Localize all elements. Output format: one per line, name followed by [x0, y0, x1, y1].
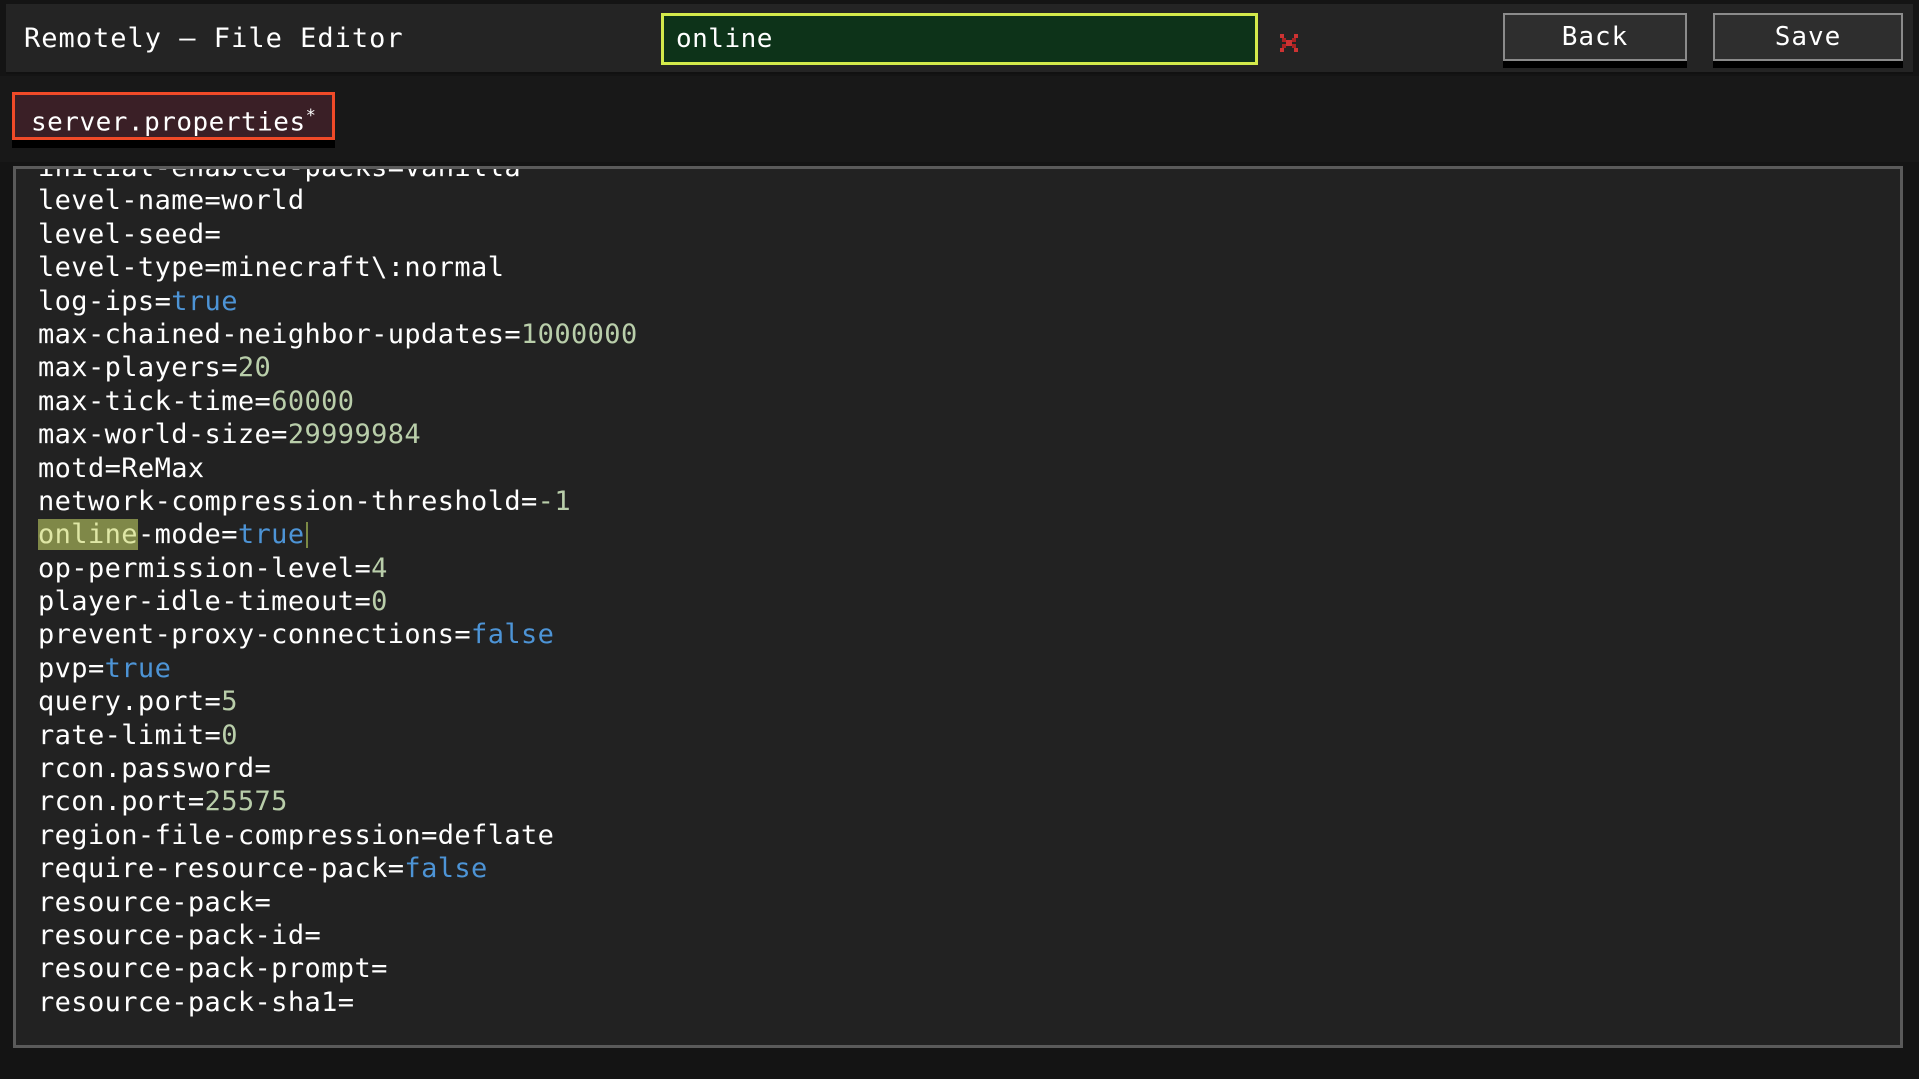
code-token: rate-limit=	[38, 719, 222, 751]
code-line: motd=ReMax	[38, 452, 1900, 485]
page-title: Remotely – File Editor	[24, 23, 404, 54]
code-token: op-permission-level=	[38, 552, 372, 584]
code-line: resource-pack-id=	[38, 919, 1900, 952]
search-match-highlight: online	[38, 519, 138, 551]
code-line: query.port=5	[38, 685, 1900, 718]
code-token: 60000	[271, 385, 355, 417]
code-token: 4	[371, 552, 388, 584]
code-line: max-players=20	[38, 351, 1900, 384]
code-line: max-chained-neighbor-updates=1000000	[38, 318, 1900, 351]
code-line: max-tick-time=60000	[38, 385, 1900, 418]
code-token: initial-enabled-packs=vanilla	[38, 166, 522, 183]
save-button[interactable]: Save	[1713, 13, 1903, 61]
code-line: require-resource-pack=false	[38, 852, 1900, 885]
code-token: level-seed=	[38, 218, 222, 250]
code-token: max-tick-time=	[38, 385, 272, 417]
code-token: 0	[371, 586, 388, 618]
code-token: rcon.password=	[38, 753, 272, 785]
code-line: op-permission-level=4	[38, 552, 1900, 585]
code-line: max-world-size=29999984	[38, 418, 1900, 451]
code-line: player-idle-timeout=0	[38, 585, 1900, 618]
code-line: rate-limit=0	[38, 719, 1900, 752]
code-token: max-chained-neighbor-updates=	[38, 318, 522, 350]
code-token: false	[404, 853, 488, 885]
code-token: log-ips=	[38, 285, 172, 317]
code-line: rcon.port=25575	[38, 785, 1900, 818]
code-token: require-resource-pack=	[38, 853, 405, 885]
search-input[interactable]	[661, 13, 1258, 65]
search-field-wrapper	[661, 13, 1258, 65]
code-token: query.port=	[38, 686, 222, 718]
code-token: resource-pack-id=	[38, 919, 322, 951]
code-token: -1	[537, 485, 571, 517]
code-token: network-compression-threshold=	[38, 485, 538, 517]
code-line: prevent-proxy-connections=false	[38, 618, 1900, 651]
code-editor-panel[interactable]: initial-enabled-packs=vanilla level-name=…	[13, 166, 1903, 1048]
code-token: rcon.port=	[38, 786, 205, 818]
code-line: level-name=world	[38, 184, 1900, 217]
code-line: level-type=minecraft\:normal	[38, 251, 1900, 284]
code-token: prevent-proxy-connections=	[38, 619, 472, 651]
code-line: resource-pack=	[38, 886, 1900, 919]
code-line: initial-enabled-packs=vanilla	[38, 166, 1900, 184]
back-button[interactable]: Back	[1503, 13, 1687, 61]
code-token: pvp=	[38, 652, 105, 684]
code-line: network-compression-threshold=-1	[38, 485, 1900, 518]
code-token: resource-pack-sha1=	[38, 986, 355, 1018]
code-token: max-world-size=	[38, 419, 288, 451]
code-token: resource-pack=	[38, 886, 272, 918]
code-token: 5	[221, 686, 238, 718]
code-token: 20	[237, 352, 272, 384]
code-token: 29999984	[287, 419, 422, 451]
code-token: level-name=world	[38, 185, 305, 217]
code-line: region-file-compression=deflate	[38, 819, 1900, 852]
code-token: max-players=	[38, 352, 238, 384]
code-token: false	[471, 619, 555, 651]
tab-dirty-marker: *	[305, 106, 317, 126]
code-line: resource-pack-prompt=	[38, 952, 1900, 985]
code-line: resource-pack-sha1=	[38, 986, 1900, 1019]
header-bar: Remotely – File Editor Back Save	[6, 4, 1913, 74]
code-token: region-file-compression=deflate	[38, 819, 555, 851]
code-line: pvp=true	[38, 652, 1900, 685]
tab-label: server.properties	[31, 107, 306, 138]
code-token: true	[104, 652, 172, 684]
tab-server-properties[interactable]: server.properties*	[12, 92, 336, 140]
code-line: rcon.password=	[38, 752, 1900, 785]
code-line: online-mode=true	[38, 518, 1900, 551]
code-content[interactable]: initial-enabled-packs=vanilla level-name=…	[16, 166, 1900, 1019]
code-token: -mode=	[137, 519, 238, 551]
code-token: 1000000	[521, 318, 638, 350]
code-token: true	[237, 519, 305, 551]
code-token: true	[171, 285, 238, 317]
text-caret	[305, 522, 308, 549]
code-token: motd=ReMax	[38, 452, 205, 484]
tab-strip: server.properties*	[0, 76, 1919, 162]
code-line: level-seed=	[38, 218, 1900, 251]
code-token: 25575	[204, 786, 288, 818]
code-token: 0	[221, 719, 238, 751]
code-token: player-idle-timeout=	[38, 586, 372, 618]
file-editor-window: Remotely – File Editor Back Save server.…	[0, 0, 1919, 1079]
code-token: level-type=minecraft\:normal	[38, 252, 505, 284]
close-x-icon[interactable]	[1278, 32, 1300, 54]
code-line: log-ips=true	[38, 285, 1900, 318]
code-token: resource-pack-prompt=	[38, 953, 388, 985]
